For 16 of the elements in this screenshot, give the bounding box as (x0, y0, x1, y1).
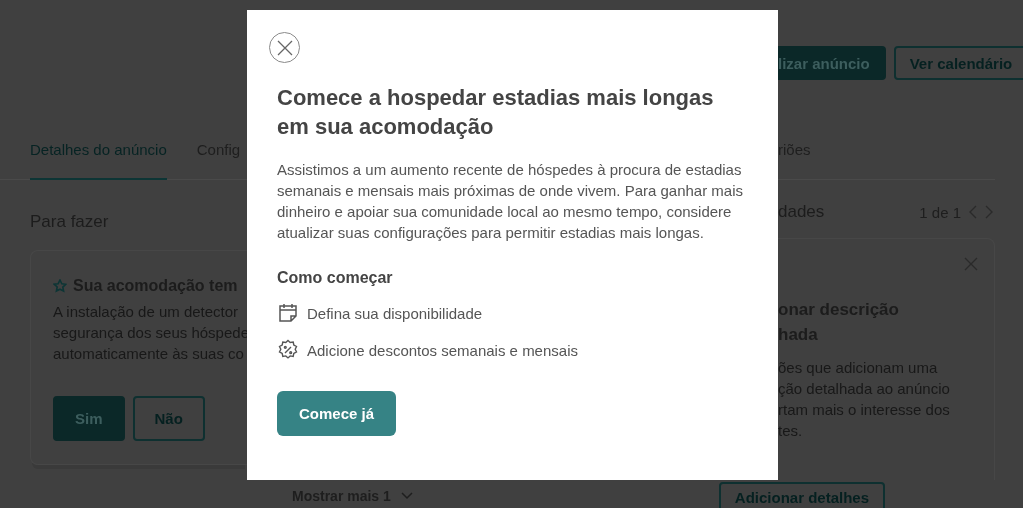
tab[interactable]: Detalhes do anúncio (30, 136, 167, 180)
modal-description: Assistimos a um aumento recente de hóspedes à procura de estadias semanais e mensais mais próximas de onde vivem. Para ganhar mais dinheiro e apoiar sua comunidade local ao mesmo tempo, considere atualizar suas configurações para permitir estadias mais longas. (277, 160, 745, 243)
answer-button[interactable]: Não (132, 396, 205, 441)
chevron-down-icon (400, 492, 413, 500)
discount-badge-icon (277, 339, 299, 361)
close-button[interactable] (269, 32, 300, 63)
section-heading: Como começar (277, 269, 394, 287)
step-text: Defina sua disponibilidade (307, 304, 483, 322)
add-details-button[interactable]: Adicionar detalhes (718, 482, 885, 508)
calendar-icon (277, 302, 299, 324)
start-button[interactable]: Comece já (277, 391, 397, 436)
header-button[interactable]: Ver calendário (893, 46, 1023, 80)
star-icon (53, 279, 67, 293)
step-text: Adicione descontos semanais e mensais (307, 341, 578, 359)
close-icon (275, 38, 294, 57)
modal-title: Comece a hospedar estadias mais longas em sua acomodação (277, 84, 715, 141)
